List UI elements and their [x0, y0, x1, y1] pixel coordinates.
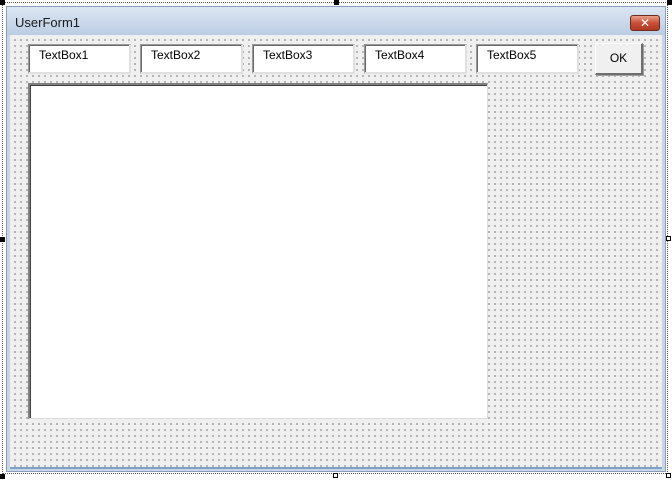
close-icon: ✕	[639, 16, 651, 30]
textbox-5-text: TextBox5	[487, 48, 537, 62]
userform-window: UserForm1 ✕ TextBox1 TextBox2 TextBox3 T…	[6, 6, 666, 472]
resize-handle-middle-left[interactable]	[0, 237, 5, 242]
textbox-4-text: TextBox4	[375, 48, 425, 62]
textbox-3[interactable]: TextBox3	[252, 44, 355, 74]
resize-handle-top-right[interactable]	[667, 0, 672, 5]
list-box[interactable]	[28, 83, 488, 419]
textbox-4[interactable]: TextBox4	[364, 44, 467, 74]
ok-button[interactable]: OK	[595, 43, 643, 75]
resize-handle-bottom-center[interactable]	[333, 473, 338, 478]
form-client-area[interactable]: TextBox1 TextBox2 TextBox3 TextBox4 Text…	[10, 35, 662, 469]
textbox-2[interactable]: TextBox2	[140, 44, 243, 74]
form-titlebar[interactable]: UserForm1 ✕	[7, 7, 665, 35]
textbox-1[interactable]: TextBox1	[28, 44, 131, 74]
form-title: UserForm1	[15, 15, 81, 30]
vba-userform-designer: UserForm1 ✕ TextBox1 TextBox2 TextBox3 T…	[0, 0, 672, 480]
textbox-2-text: TextBox2	[151, 48, 201, 62]
resize-handle-top-left[interactable]	[0, 0, 5, 5]
resize-handle-bottom-right[interactable]	[666, 473, 671, 478]
resize-handle-middle-right[interactable]	[666, 236, 671, 241]
textbox-5[interactable]: TextBox5	[476, 44, 579, 74]
textbox-3-text: TextBox3	[263, 48, 313, 62]
textbox-1-text: TextBox1	[39, 48, 89, 62]
close-button[interactable]: ✕	[630, 15, 660, 31]
resize-handle-top-center[interactable]	[334, 0, 339, 5]
resize-handle-bottom-left[interactable]	[0, 474, 5, 479]
